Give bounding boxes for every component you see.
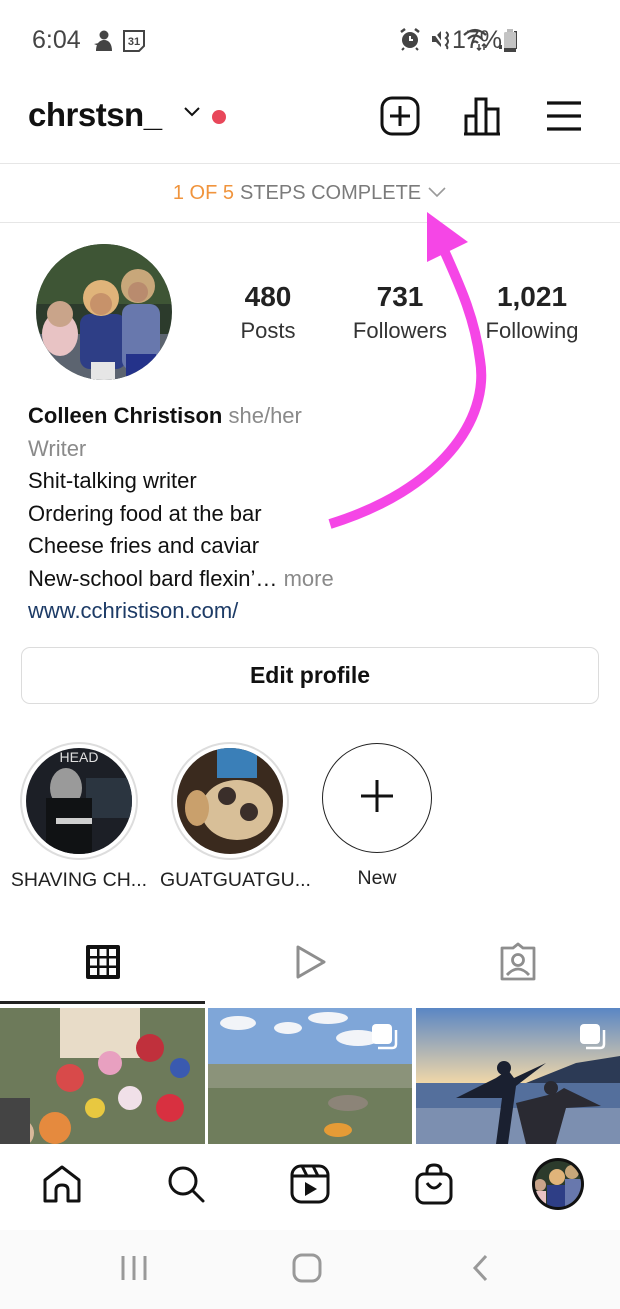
steps-text: STEPS COMPLETE <box>239 182 422 204</box>
plus-icon <box>359 778 395 819</box>
highlight-item[interactable]: GUATGUATGU... <box>160 742 311 892</box>
system-home-button[interactable] <box>277 1250 337 1290</box>
battery-percent: 17% <box>452 26 503 54</box>
grid-tile[interactable] <box>416 1008 620 1144</box>
insights-button[interactable] <box>458 94 506 142</box>
tab-tagged[interactable] <box>416 925 620 1003</box>
play-icon <box>293 943 329 986</box>
home-icon <box>42 1164 82 1209</box>
website-link[interactable]: www.cchristison.com/ <box>28 595 588 628</box>
system-navigation-bar <box>0 1230 620 1309</box>
nav-profile[interactable] <box>528 1156 588 1216</box>
highlight-cover: HEAD <box>26 748 132 854</box>
status-time: 6:04 <box>32 26 81 54</box>
menu-icon <box>545 100 583 137</box>
back-icon <box>469 1253 491 1288</box>
bio-line: New-school bard flexin’… <box>28 565 278 591</box>
followers-label: Followers <box>352 318 448 343</box>
post-thumbnail <box>0 1008 205 1144</box>
notification-dot <box>212 110 226 124</box>
nav-home[interactable] <box>32 1156 92 1216</box>
highlight-label: GUATGUATGU... <box>160 869 311 891</box>
name-line: Colleen Christison she/her <box>28 400 588 433</box>
profile-header: chrstsn_ <box>0 80 620 164</box>
nav-shop[interactable] <box>404 1156 464 1216</box>
bottom-navigation <box>0 1144 620 1230</box>
new-highlight-button[interactable]: New <box>307 742 447 890</box>
alarm-icon <box>398 27 422 56</box>
stat-following[interactable]: 1,021 Following <box>474 280 590 348</box>
profile-photo <box>36 244 172 380</box>
content-tabs <box>0 925 620 1005</box>
recent-apps-button[interactable] <box>104 1250 164 1290</box>
menu-button[interactable] <box>540 94 588 142</box>
highlight-label: SHAVING CH... <box>10 869 148 891</box>
chevron-down-icon <box>427 182 447 205</box>
notification-app-icon <box>92 29 114 58</box>
svg-text:31: 31 <box>128 36 140 48</box>
nav-search[interactable] <box>156 1156 216 1216</box>
steps-complete-banner[interactable]: 1 OF 5 STEPS COMPLETE <box>0 165 620 223</box>
profile-bio: Colleen Christison she/her Writer Shit-t… <box>28 400 588 628</box>
display-name: Colleen Christison <box>28 403 223 428</box>
insights-icon <box>462 96 502 141</box>
posts-count: 480 <box>244 281 292 312</box>
bio-line-last: New-school bard flexin’… more <box>28 563 588 596</box>
bio-line: Shit-talking writer <box>28 468 197 493</box>
active-tab-indicator <box>0 1001 205 1004</box>
reels-icon <box>290 1164 330 1209</box>
calendar-icon: 31 <box>122 29 146 58</box>
category: Writer <box>28 435 87 461</box>
edit-profile-button[interactable]: Edit profile <box>21 647 599 704</box>
tab-posts-grid[interactable] <box>0 925 205 1003</box>
mute-icon <box>430 27 454 56</box>
stat-posts[interactable]: 480 Posts <box>218 280 318 348</box>
search-icon <box>166 1164 206 1209</box>
steps-progress: 1 OF 5 <box>172 182 234 204</box>
recent-apps-icon <box>119 1253 149 1288</box>
svg-text:HEAD: HEAD <box>60 749 99 765</box>
more-link[interactable]: more <box>284 566 334 591</box>
tagged-person-icon <box>498 942 538 987</box>
grid-icon <box>85 944 121 985</box>
highlight-item[interactable]: HEAD SHAVING CH... <box>9 742 149 892</box>
status-bar: 6:04 31 17% <box>0 0 620 80</box>
grid-tile[interactable] <box>0 1008 205 1144</box>
profile-avatar-small <box>531 1157 585 1216</box>
posts-label: Posts <box>240 318 296 343</box>
following-count: 1,021 <box>496 281 568 312</box>
following-label: Following <box>485 318 579 343</box>
profile-avatar[interactable] <box>36 244 172 380</box>
new-post-button[interactable] <box>376 94 424 142</box>
grid-tile[interactable] <box>208 1008 412 1144</box>
highlight-label: New <box>357 867 397 889</box>
new-post-icon <box>380 96 420 141</box>
shop-icon <box>414 1162 454 1210</box>
back-button[interactable] <box>450 1250 510 1290</box>
nav-reels[interactable] <box>280 1156 340 1216</box>
followers-count: 731 <box>376 281 424 312</box>
stat-followers[interactable]: 731 Followers <box>340 280 460 348</box>
account-switcher-username[interactable]: chrstsn_ <box>28 96 162 134</box>
highlight-cover <box>177 748 283 854</box>
chevron-down-icon[interactable] <box>182 104 202 123</box>
bio-line: Cheese fries and caviar <box>28 533 260 558</box>
pronouns: she/her <box>228 403 302 428</box>
multiple-photos-icon <box>578 1022 606 1055</box>
home-button-icon <box>291 1252 323 1289</box>
tab-reels[interactable] <box>208 925 413 1003</box>
bio-line: Ordering food at the bar <box>28 500 262 526</box>
battery-icon <box>503 29 517 58</box>
multiple-photos-icon <box>370 1022 398 1055</box>
